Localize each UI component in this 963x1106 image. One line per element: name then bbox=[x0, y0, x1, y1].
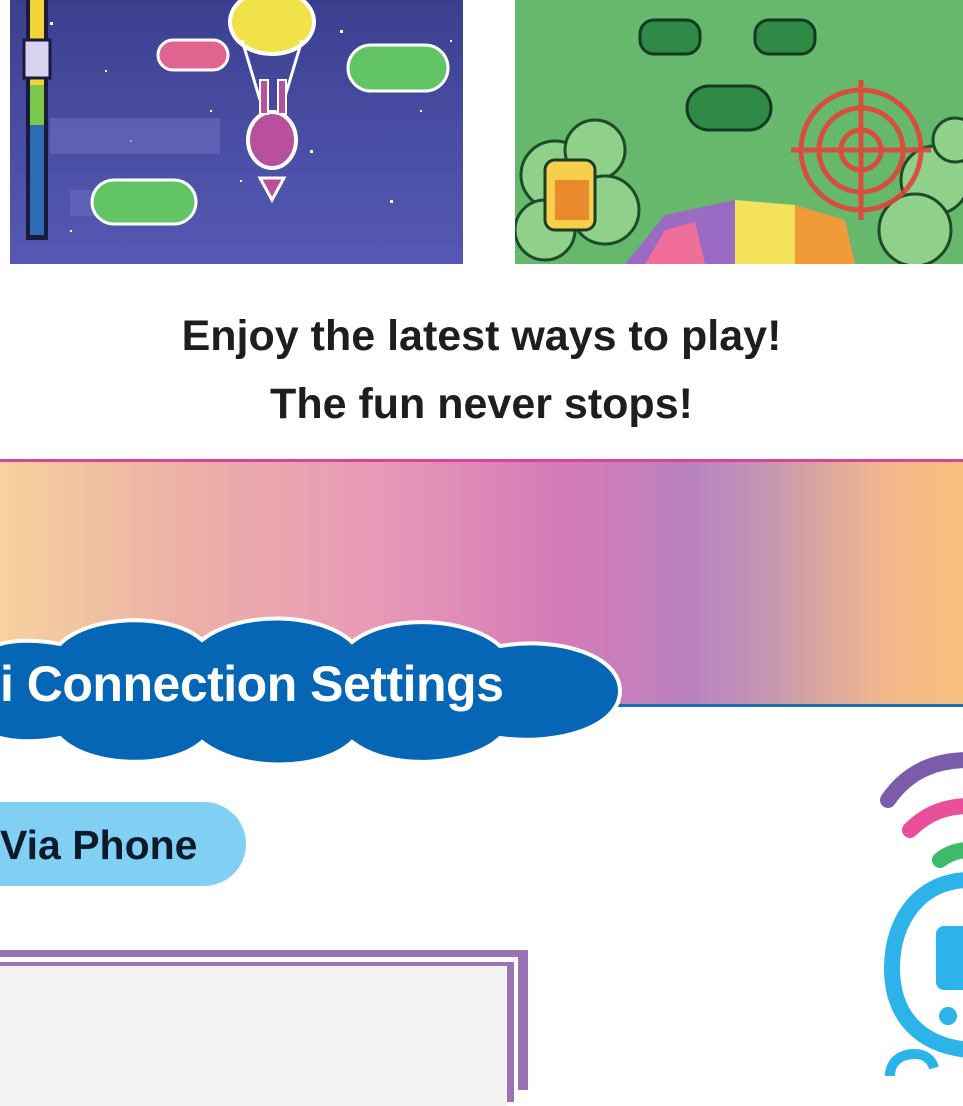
game-screenshot-right bbox=[515, 0, 963, 264]
target-shooting-game-art bbox=[515, 0, 963, 264]
space-balloon-game-art bbox=[22, 0, 452, 240]
banner-underline bbox=[600, 704, 963, 707]
caption-line-2: The fun never stops! bbox=[270, 380, 693, 428]
section-heading: i Connection Settings bbox=[0, 656, 504, 712]
caption-line-1: Enjoy the latest ways to play! bbox=[181, 312, 782, 360]
framed-box-content bbox=[0, 966, 507, 1106]
game-screenshot-left bbox=[10, 0, 463, 264]
wifi-icon bbox=[880, 752, 963, 1076]
via-phone-label: Via Phone bbox=[0, 822, 198, 868]
